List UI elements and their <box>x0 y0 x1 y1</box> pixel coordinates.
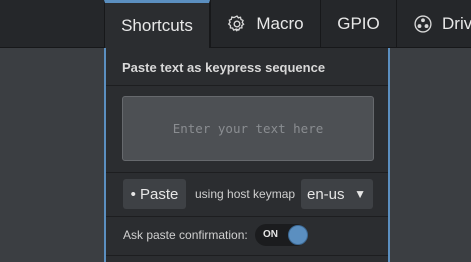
divider <box>106 216 388 217</box>
chevron-down-icon: ▼ <box>354 187 366 201</box>
paste-confirmation-label: Ask paste confirmation: <box>123 228 248 242</box>
top-menu-bar: Shortcuts Macro GPIO Drive <box>0 0 471 49</box>
tab-macro[interactable]: Macro <box>210 0 320 48</box>
drive-icon <box>413 14 433 34</box>
paste-panel: Paste text as keypress sequence Enter yo… <box>104 48 390 262</box>
tab-drive[interactable]: Drive <box>396 0 471 48</box>
tab-drive-label: Drive <box>442 14 471 33</box>
tab-gpio-label: GPIO <box>337 14 380 33</box>
tab-shortcuts[interactable]: Shortcuts <box>104 0 210 49</box>
paste-text-placeholder: Enter your text here <box>172 121 324 136</box>
paste-confirmation-toggle[interactable]: ON <box>255 224 308 246</box>
toggle-state-label: ON <box>263 229 278 240</box>
tab-macro-label: Macro <box>256 14 304 33</box>
tab-gpio[interactable]: GPIO <box>320 0 396 48</box>
tab-shortcuts-label: Shortcuts <box>121 16 193 35</box>
divider <box>106 172 388 173</box>
toggle-knob <box>288 225 308 245</box>
divider <box>106 85 388 86</box>
panel-title: Paste text as keypress sequence <box>122 60 326 75</box>
keymap-select-value: en-us <box>307 185 345 203</box>
paste-text-input[interactable]: Enter your text here <box>122 96 374 161</box>
paste-button[interactable]: • Paste <box>123 179 186 209</box>
keymap-hint: using host keymap <box>195 187 296 201</box>
divider <box>106 255 388 256</box>
keymap-select[interactable]: en-us ▼ <box>301 179 373 209</box>
gear-icon <box>227 14 247 34</box>
